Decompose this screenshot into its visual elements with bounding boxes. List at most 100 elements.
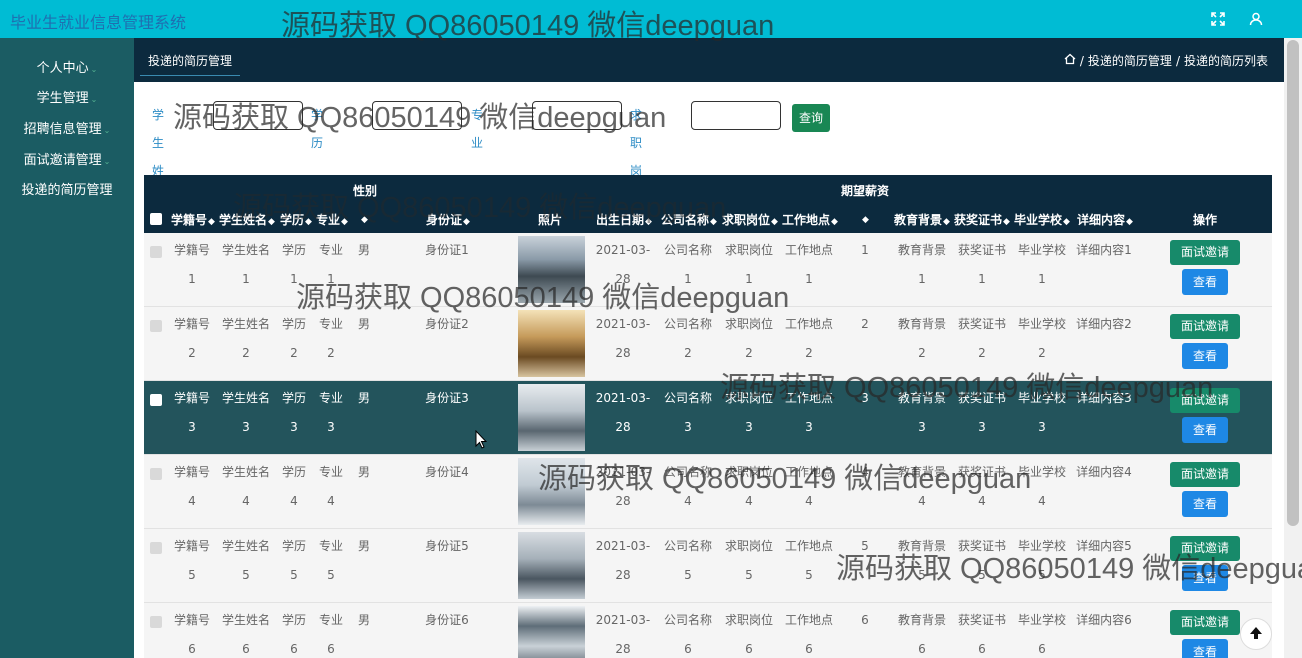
column-header[interactable]: 学生姓名◆ [219, 211, 275, 228]
view-button[interactable]: 查看 [1182, 565, 1228, 591]
table-cell: 学历 2 [276, 310, 312, 368]
row-checkbox[interactable] [150, 394, 162, 406]
cell-line: 28 [615, 272, 631, 286]
interview-invite-button[interactable]: 面试邀请 [1170, 610, 1240, 635]
cell-line: 1 [918, 272, 926, 286]
table-cell: 求职岗位 6 [718, 606, 780, 658]
job-input[interactable] [691, 101, 781, 130]
cell-line: 4 [327, 494, 335, 508]
cell-line: 身份证5 [425, 539, 469, 553]
row-checkbox[interactable] [150, 542, 162, 554]
cell-line: 学生姓名 [221, 391, 270, 405]
cell-line: 2 [290, 346, 298, 360]
table-cell: 教育背景 1 [890, 236, 954, 294]
cell-line: 4 [188, 494, 196, 508]
table-row[interactable]: 学籍号 5 学生姓名 5 学历 5 专业 5 男 身份证5 2021-03- 28 公司名称 5 求职岗位 5… [144, 529, 1272, 603]
sort-icon[interactable]: ◆ [861, 211, 869, 225]
cell-line: 详细内容6 [1076, 613, 1132, 627]
table-row[interactable]: 学籍号 1 学生姓名 1 学历 1 专业 1 男 身份证1 2021-03- 28 公司名称 1 求职岗位 1… [144, 233, 1272, 307]
sidebar-item-interviews[interactable]: 面试邀请管理 ⌄ [0, 149, 134, 173]
table-cell: 学历 4 [276, 458, 312, 516]
cell-line: 2 [242, 346, 250, 360]
column-header[interactable]: 公司名称◆ [661, 211, 717, 228]
column-header[interactable]: 学历◆ [280, 211, 312, 228]
cell-line: 5 [861, 539, 869, 553]
table-cell: 求职岗位 4 [718, 458, 780, 516]
tab-resumes[interactable]: 投递的简历管理 [140, 50, 241, 76]
cell-line: 2021-03- [595, 391, 651, 405]
column-header[interactable]: 学籍号◆ [171, 211, 215, 228]
table-cell: 获奖证书 1 [952, 236, 1012, 294]
photo-thumbnail[interactable] [518, 236, 585, 303]
cell-line: 3 [861, 391, 869, 405]
cell-line: 4 [805, 494, 813, 508]
sidebar-item-resumes[interactable]: 投递的简历管理 [0, 179, 134, 203]
sidebar-item-personal-center[interactable]: 个人中心 ⌄ [0, 57, 134, 81]
column-header[interactable]: 出生日期◆ [596, 211, 652, 228]
column-header[interactable]: 获奖证书◆ [954, 211, 1010, 228]
education-input[interactable] [372, 101, 462, 130]
photo-thumbnail[interactable] [518, 458, 585, 525]
cell-line: 学籍号 [173, 539, 210, 553]
scrollbar-thumb[interactable] [1287, 40, 1299, 526]
view-button[interactable]: 查看 [1182, 343, 1228, 369]
column-header[interactable]: 教育背景◆ [894, 211, 950, 228]
row-checkbox[interactable] [150, 320, 162, 332]
table-cell: 男 [350, 458, 378, 487]
back-to-top-button[interactable] [1240, 618, 1272, 650]
cell-line: 1 [327, 272, 335, 286]
table-cell: 教育背景 5 [890, 532, 954, 590]
major-input[interactable] [532, 101, 622, 130]
row-checkbox[interactable] [150, 616, 162, 628]
interview-invite-button[interactable]: 面试邀请 [1170, 240, 1240, 265]
cell-line: 学历 [281, 391, 306, 405]
select-all-checkbox[interactable] [150, 213, 162, 225]
view-button[interactable]: 查看 [1182, 269, 1228, 295]
cell-line: 6 [188, 642, 196, 656]
column-header[interactable]: 毕业学校◆ [1014, 211, 1070, 228]
sidebar-item-recruitment[interactable]: 招聘信息管理 ⌄ [0, 118, 134, 142]
table-cell: 学历 6 [276, 606, 312, 658]
student-name-input[interactable] [213, 101, 303, 130]
chevron-down-icon: ⌄ [103, 126, 111, 135]
photo-thumbnail[interactable] [518, 532, 585, 599]
photo-thumbnail[interactable] [518, 310, 585, 377]
cell-line: 2 [745, 346, 753, 360]
view-button[interactable]: 查看 [1182, 491, 1228, 517]
table-cell: 专业 6 [310, 606, 352, 658]
cell-line: 6 [684, 642, 692, 656]
cell-line: 1 [1038, 272, 1046, 286]
cell-line: 5 [805, 568, 813, 582]
column-header[interactable]: 详细内容◆ [1077, 211, 1133, 228]
column-header[interactable]: 工作地点◆ [782, 211, 838, 228]
view-button[interactable]: 查看 [1182, 639, 1228, 658]
table-cell: 公司名称 3 [658, 384, 718, 442]
column-header[interactable]: 专业◆ [316, 211, 348, 228]
view-button[interactable]: 查看 [1182, 417, 1228, 443]
column-header[interactable]: 求职岗位◆ [722, 211, 778, 228]
photo-thumbnail[interactable] [518, 384, 585, 451]
row-checkbox[interactable] [150, 246, 162, 258]
query-button[interactable]: 查询 [792, 104, 830, 132]
interview-invite-button[interactable]: 面试邀请 [1170, 536, 1240, 561]
fullscreen-icon[interactable] [1207, 8, 1229, 30]
table-row[interactable]: 学籍号 3 学生姓名 3 学历 3 专业 3 男 身份证3 2021-03- 28 公司名称 3 求职岗位 3… [144, 381, 1272, 455]
table-row[interactable]: 学籍号 2 学生姓名 2 学历 2 专业 2 男 身份证2 2021-03- 28 公司名称 2 求职岗位 2… [144, 307, 1272, 381]
interview-invite-button[interactable]: 面试邀请 [1170, 462, 1240, 487]
sidebar-item-students[interactable]: 学生管理 ⌄ [0, 87, 134, 111]
column-header[interactable]: 身份证◆ [426, 211, 470, 228]
cell-line: 5 [684, 568, 692, 582]
user-icon[interactable] [1245, 8, 1267, 30]
home-icon[interactable] [1064, 53, 1076, 68]
sort-icon[interactable]: ◆ [360, 211, 368, 225]
cell-line: 工作地点 [784, 243, 833, 257]
cell-line: 教育背景 [897, 613, 946, 627]
table-row[interactable]: 学籍号 4 学生姓名 4 学历 4 专业 4 男 身份证4 2021-03- 28 公司名称 4 求职岗位 4… [144, 455, 1272, 529]
table-row[interactable]: 学籍号 6 学生姓名 6 学历 6 专业 6 男 身份证6 2021-03- 28 公司名称 6 求职岗位 6… [144, 603, 1272, 658]
interview-invite-button[interactable]: 面试邀请 [1170, 388, 1240, 413]
breadcrumb-item[interactable]: 投递的简历管理 [1088, 52, 1172, 69]
photo-thumbnail[interactable] [518, 606, 585, 658]
interview-invite-button[interactable]: 面试邀请 [1170, 314, 1240, 339]
app-title: 毕业生就业信息管理系统 [10, 13, 187, 32]
row-checkbox[interactable] [150, 468, 162, 480]
